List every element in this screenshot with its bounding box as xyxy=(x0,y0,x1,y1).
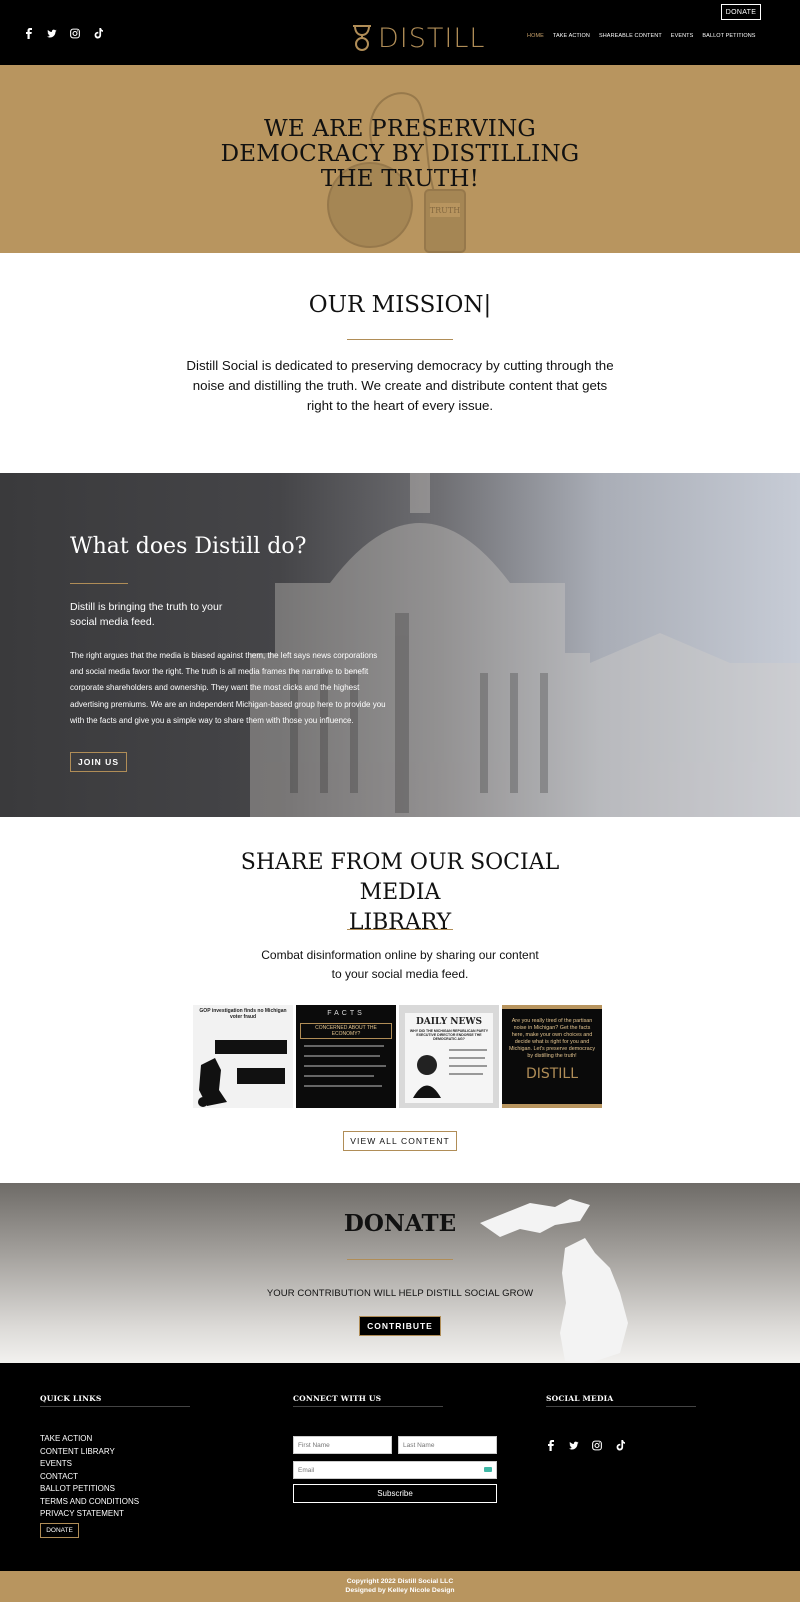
library-subtitle-line-1: Combat disinformation online by sharing … xyxy=(261,948,539,962)
nav-item-shareable-content[interactable]: SHAREABLE CONTENT xyxy=(599,33,662,39)
hero-title: WE ARE PRESERVING DEMOCRACY BY DISTILLIN… xyxy=(200,117,600,192)
donate-title: DONATE xyxy=(343,1210,457,1237)
content-tile-daily-news[interactable]: DAILY NEWS WHY DID THE MICHIGAN REPUBLIC… xyxy=(399,1005,499,1108)
main-nav: HOME TAKE ACTION SHAREABLE CONTENT EVENT… xyxy=(527,33,756,39)
tile-masthead: DAILY NEWS xyxy=(415,1017,482,1027)
library-title: SHARE FROM OUR SOCIAL MEDIA LIBRARY xyxy=(200,848,600,938)
mission-text: Distill Social is dedicated to preservin… xyxy=(186,358,614,413)
content-tiles: GOP investigation finds no Michigan vote… xyxy=(193,1005,602,1108)
last-name-field[interactable] xyxy=(398,1436,497,1454)
tile-title: CONCERNED ABOUT THE ECONOMY? xyxy=(300,1023,392,1039)
tile-text-lines xyxy=(304,1045,386,1087)
library-title-line-1: SHARE FROM OUR SOCIAL MEDIA xyxy=(240,850,560,905)
twitter-icon[interactable] xyxy=(569,1440,579,1451)
footer-link-take-action[interactable]: TAKE ACTION xyxy=(40,1434,139,1443)
footer-social-links xyxy=(546,1440,625,1451)
subscribe-button[interactable]: Subscribe xyxy=(293,1484,497,1503)
nav-item-take-action[interactable]: TAKE ACTION xyxy=(553,33,590,39)
footer-link-terms[interactable]: TERMS AND CONDITIONS xyxy=(40,1497,139,1506)
donate-divider xyxy=(347,1259,453,1260)
tile-banner: FACTS xyxy=(327,1010,365,1017)
join-us-button[interactable]: JOIN US xyxy=(70,752,127,772)
what-divider xyxy=(70,583,128,584)
facebook-icon[interactable] xyxy=(24,28,34,39)
library-divider xyxy=(347,929,453,930)
view-all-content-button[interactable]: VIEW ALL CONTENT xyxy=(343,1131,457,1151)
designer-credit[interactable]: Designed by Kelley Nicole Design xyxy=(0,1587,800,1594)
header-donate-button[interactable]: DONATE xyxy=(721,4,761,20)
site-logo[interactable]: DISTILL xyxy=(350,22,485,54)
portrait-photo xyxy=(413,1049,487,1098)
quick-links-divider xyxy=(40,1406,190,1407)
logo-text: DISTILL xyxy=(378,22,486,54)
first-name-field[interactable] xyxy=(293,1436,392,1454)
what-subtitle: Distill is bringing the truth to your so… xyxy=(70,601,223,628)
quick-links-list: TAKE ACTION CONTENT LIBRARY EVENTS CONTA… xyxy=(40,1434,139,1518)
footer-link-privacy[interactable]: PRIVACY STATEMENT xyxy=(40,1509,139,1518)
autofill-key-icon[interactable] xyxy=(484,1466,492,1473)
instagram-icon[interactable] xyxy=(70,28,80,39)
what-body: The right argues that the media is biase… xyxy=(70,651,386,725)
email-field[interactable] xyxy=(293,1461,497,1479)
bottle-label: TRUTH xyxy=(430,206,460,215)
content-tile-economy[interactable]: FACTS CONCERNED ABOUT THE ECONOMY? xyxy=(296,1005,396,1108)
site-header: DISTILL HOME TAKE ACTION SHAREABLE CONTE… xyxy=(0,0,800,65)
content-tile-partisan-noise[interactable]: Are you really tired of the partisan noi… xyxy=(502,1005,602,1108)
library-subtitle: Combat disinformation online by sharing … xyxy=(240,946,560,984)
tiktok-icon[interactable] xyxy=(93,28,103,39)
facebook-icon[interactable] xyxy=(546,1440,556,1451)
michigan-map-icon xyxy=(198,1040,287,1107)
twitter-icon[interactable] xyxy=(47,28,57,39)
footer-link-ballot-petitions[interactable]: BALLOT PETITIONS xyxy=(40,1484,139,1493)
quick-links-heading: QUICK LINKS xyxy=(40,1394,102,1403)
contribute-button[interactable]: CONTRIBUTE xyxy=(359,1316,441,1336)
tile-logo: DISTILL xyxy=(525,1066,579,1082)
mission-divider xyxy=(347,339,453,340)
connect-heading: CONNECT WITH US xyxy=(293,1394,382,1403)
copyright-text: Copyright 2022 Distill Social LLC xyxy=(346,1578,454,1585)
instagram-icon[interactable] xyxy=(592,1440,602,1451)
library-title-line-2: LIBRARY xyxy=(348,910,452,935)
tiktok-icon[interactable] xyxy=(615,1440,625,1451)
tile-headline: WHY DID THE MICHIGAN REPUBLICAN PARTY EX… xyxy=(409,1029,489,1041)
mission-title: OUR MISSION| xyxy=(308,292,492,318)
hero-title-line-2: DEMOCRACY BY DISTILLING xyxy=(220,141,580,167)
nav-item-ballot-petitions[interactable]: BALLOT PETITIONS xyxy=(702,33,755,39)
footer-donate-button[interactable]: DONATE xyxy=(40,1523,79,1538)
hero-title-line-1: WE ARE PRESERVING xyxy=(264,116,536,142)
library-subtitle-line-2: to your social media feed. xyxy=(331,967,469,981)
still-flask-icon xyxy=(353,25,371,51)
footer-link-content-library[interactable]: CONTENT LIBRARY xyxy=(40,1447,139,1456)
footer-link-events[interactable]: EVENTS xyxy=(40,1459,139,1468)
header-social-links xyxy=(24,28,103,39)
connect-divider xyxy=(293,1406,443,1407)
tile-headline: GOP investigation finds no Michigan vote… xyxy=(199,1008,287,1020)
what-title: What does Distill do? xyxy=(70,534,307,559)
footer-link-contact[interactable]: CONTACT xyxy=(40,1472,139,1481)
hero-title-line-3: THE TRUTH! xyxy=(320,166,480,192)
social-media-divider xyxy=(546,1406,696,1407)
content-tile-voter-fraud[interactable]: GOP investigation finds no Michigan vote… xyxy=(193,1005,293,1108)
social-media-heading: SOCIAL MEDIA xyxy=(546,1394,614,1403)
tile-text: Are you really tired of the partisan noi… xyxy=(508,1018,596,1059)
nav-item-events[interactable]: EVENTS xyxy=(671,33,694,39)
donate-subtitle: YOUR CONTRIBUTION WILL HELP DISTILL SOCI… xyxy=(266,1288,534,1299)
nav-item-home[interactable]: HOME xyxy=(527,33,544,39)
